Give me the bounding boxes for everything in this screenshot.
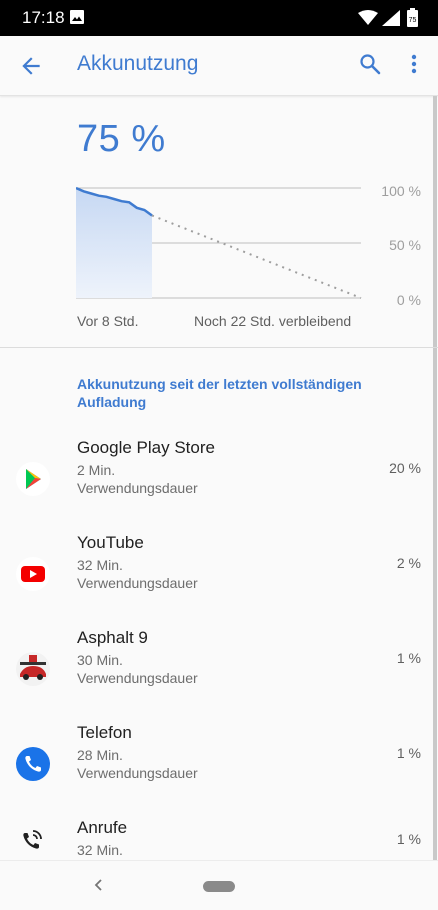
status-time: 17:18 bbox=[22, 8, 65, 27]
google-play-icon bbox=[16, 462, 50, 496]
time-label-right: Noch 22 Std. verbleibend bbox=[194, 313, 352, 329]
wifi-icon bbox=[358, 10, 378, 25]
battery-area bbox=[76, 188, 152, 298]
app-duration: 2 Min. bbox=[77, 462, 116, 478]
app-percent: 2 % bbox=[396, 555, 421, 571]
youtube-icon bbox=[16, 557, 50, 591]
app-duration: 32 Min. bbox=[77, 842, 123, 858]
asphalt-9-icon bbox=[16, 652, 50, 686]
list-item-telefon[interactable]: Telefon 28 Min. Verwendungsdauer 1 % bbox=[0, 723, 438, 818]
axis-label-100: 100 % bbox=[381, 183, 421, 199]
app-duration: 30 Min. bbox=[77, 652, 123, 668]
app-percent: 1 % bbox=[396, 745, 421, 761]
list-item-asphalt-9[interactable]: Asphalt 9 30 Min. Verwendungsdauer 1 % bbox=[0, 628, 438, 723]
battery-level-text: 75 bbox=[409, 17, 417, 24]
app-duration: 28 Min. bbox=[77, 747, 123, 763]
calls-icon bbox=[23, 830, 42, 849]
battery-projection bbox=[151, 214, 362, 299]
arrow-back-icon[interactable] bbox=[18, 53, 44, 79]
battery-chart bbox=[76, 186, 362, 299]
page-title: Akkunutzung bbox=[77, 52, 199, 75]
app-name: Google Play Store bbox=[77, 438, 215, 457]
list-item-youtube[interactable]: YouTube 32 Min. Verwendungsdauer 2 % bbox=[0, 533, 438, 628]
home-pill[interactable] bbox=[203, 881, 235, 892]
app-usage-label: Verwendungsdauer bbox=[77, 575, 198, 591]
battery-percent: 75 % bbox=[77, 118, 166, 160]
section-divider bbox=[0, 347, 438, 348]
more-vert-icon[interactable] bbox=[406, 52, 422, 76]
status-bar: 17:18 75 bbox=[0, 0, 438, 36]
axis-label-50: 50 % bbox=[389, 237, 421, 253]
navigation-bar bbox=[0, 860, 438, 910]
app-name: YouTube bbox=[77, 533, 144, 552]
section-title: Akkunutzung seit der letzten vollständig… bbox=[77, 376, 362, 410]
app-name: Anrufe bbox=[77, 818, 128, 837]
nav-back-icon[interactable] bbox=[92, 877, 106, 893]
phone-icon bbox=[16, 747, 50, 781]
app-usage-label: Verwendungsdauer bbox=[77, 670, 198, 686]
image-notification-icon bbox=[70, 10, 84, 24]
app-name: Asphalt 9 bbox=[77, 628, 148, 647]
battery-icon: 75 bbox=[407, 8, 418, 27]
axis-label-0: 0 % bbox=[396, 292, 421, 308]
app-percent: 1 % bbox=[396, 831, 421, 847]
app-usage-label: Verwendungsdauer bbox=[77, 765, 198, 781]
app-duration: 32 Min. bbox=[77, 557, 123, 573]
list-item-google-play[interactable]: Google Play Store 2 Min. Verwendungsdaue… bbox=[0, 438, 438, 533]
app-percent: 20 % bbox=[389, 460, 421, 476]
app-bar: Akkunutzung bbox=[0, 36, 438, 96]
app-name: Telefon bbox=[77, 723, 132, 742]
search-icon[interactable] bbox=[358, 52, 382, 76]
app-percent: 1 % bbox=[396, 650, 421, 666]
app-usage-label: Verwendungsdauer bbox=[77, 480, 198, 496]
time-label-left: Vor 8 Std. bbox=[77, 313, 139, 329]
signal-icon bbox=[382, 10, 400, 26]
